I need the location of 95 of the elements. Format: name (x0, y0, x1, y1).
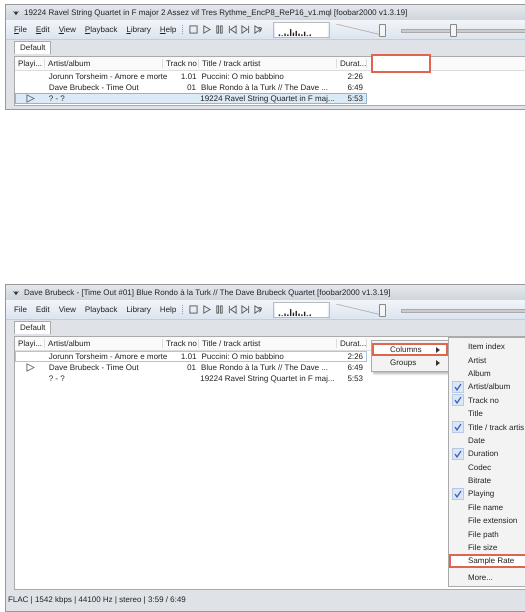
column-header[interactable]: Title / track artist (199, 339, 337, 348)
table-cell-text: 2:26 (346, 352, 364, 362)
table-cell: 01 (187, 362, 196, 372)
table-cell-text: 2:26 (346, 72, 364, 82)
table-cell-text: 5:53 (346, 374, 364, 384)
submenu-arrow-icon (436, 346, 440, 352)
menu-item[interactable]: File path (449, 527, 525, 541)
next-icon[interactable] (241, 25, 250, 34)
menu-item[interactable]: Track no (449, 394, 525, 407)
checkmark-icon (452, 380, 464, 393)
menu-item[interactable]: Title / track artis (449, 420, 525, 434)
volume-slider[interactable] (379, 24, 386, 36)
window-title: 19224 Ravel String Quartet in F major 2 Assez vif Tres Rythme_EncP8_ReP16_v1.mql [foobar2000 v1.3.19] (24, 8, 408, 17)
stop-icon[interactable] (189, 305, 198, 314)
table-cell-text: Blue Rondo à la Turk // The Dave ... (200, 362, 330, 372)
menu-item[interactable]: File name (449, 500, 525, 514)
table-cell-text: Dave Brubeck - Time Out (48, 82, 140, 92)
table-cell: 01 (187, 82, 196, 92)
window-title: Dave Brubeck - [Time Out #01] Blue Rondo à la Turk // The Dave Brubeck Quartet [foobar2000 v1.3.19] (24, 288, 390, 297)
menu-item[interactable]: Edit (36, 25, 50, 34)
column-header[interactable]: Title / track artist (199, 59, 337, 68)
playlist-tab[interactable]: Default (14, 321, 52, 334)
menu-item[interactable]: Duration (449, 447, 525, 461)
menu-item[interactable]: File (14, 25, 27, 34)
spectrum-visualizer (273, 22, 330, 38)
column-header[interactable]: Track no (163, 59, 199, 68)
table-cell-text: Dave Brubeck - Time Out (48, 362, 140, 372)
table-cell-text: 19224 Ravel String Quartet in F maj... (199, 94, 336, 104)
previous-icon[interactable] (228, 25, 238, 34)
menu-item[interactable]: Library (126, 305, 151, 314)
menu-item[interactable]: Help (160, 25, 176, 34)
table-cell: 1.01 (180, 72, 196, 82)
random-icon[interactable] (254, 305, 264, 314)
table-cell-text: Puccini: O mio babbino (200, 352, 285, 362)
stop-icon[interactable] (189, 25, 198, 34)
column-header[interactable]: Artist/album (45, 59, 163, 68)
random-icon[interactable] (254, 25, 264, 34)
menu-item[interactable]: Columns (372, 343, 448, 356)
menu-item[interactable]: Sample Rate (449, 554, 525, 568)
table-cell-text: 5:53 (346, 94, 364, 104)
app-icon (12, 8, 20, 16)
column-header[interactable]: Track no (163, 339, 199, 348)
play-icon[interactable] (202, 305, 212, 314)
menu-item[interactable]: Edit (36, 305, 50, 314)
menu-item[interactable]: Artist (449, 353, 525, 367)
menu-item[interactable]: Playing (449, 487, 525, 501)
checkmark-icon (452, 421, 464, 434)
checkmark-icon (452, 448, 464, 460)
menu-item[interactable]: Title (449, 406, 525, 420)
menu-item[interactable]: Codec (449, 460, 525, 474)
seek-slider[interactable] (450, 24, 457, 36)
menu-item[interactable]: Playback (84, 305, 118, 314)
table-cell-text: ? - ? (48, 94, 66, 104)
column-header[interactable]: Playi... (15, 339, 45, 348)
menu-item[interactable]: Album (449, 366, 525, 380)
table-cell-text: ? - ? (48, 374, 66, 384)
next-icon[interactable] (241, 305, 250, 314)
table-cell-text: 6:49 (346, 82, 364, 92)
submenu-arrow-icon (436, 360, 440, 366)
menu-item[interactable]: Item index (449, 340, 525, 354)
table-cell-text: Puccini: O mio babbino (200, 72, 285, 82)
checkmark-icon (452, 394, 464, 406)
menu-item[interactable]: File size (449, 540, 525, 554)
playlist-row[interactable]: Jorunn Torsheim - Amore e morte 1.01 Puccini: O mio babbino 2:26 (15, 351, 367, 362)
table-cell-text: Blue Rondo à la Turk // The Dave ... (200, 82, 330, 92)
volume-slider[interactable] (379, 304, 386, 316)
menu-item[interactable]: Help (160, 305, 176, 314)
menu-item[interactable]: Date (449, 434, 525, 448)
menu-item[interactable]: File extension (449, 514, 525, 528)
menu-item[interactable]: Library (126, 25, 151, 34)
menu-item[interactable]: Playback (84, 25, 118, 34)
menu-item[interactable]: Groups (372, 356, 448, 369)
table-cell-text: 19224 Ravel String Quartet in F maj... (199, 374, 336, 384)
pause-icon[interactable] (215, 305, 224, 314)
playlist-row[interactable]: ? - ? 19224 Ravel String Quartet in F maj... 5:53 (15, 93, 367, 104)
status-text: FLAC | 1542 kbps | 44100 Hz | stereo | 3:59 / 6:49 (7, 594, 187, 606)
table-cell: 1.01 (180, 352, 196, 362)
table-cell-text: 6:49 (346, 362, 364, 372)
column-header[interactable]: Durat... (337, 339, 367, 348)
play-icon[interactable] (202, 25, 212, 34)
app-icon (12, 288, 20, 296)
previous-icon[interactable] (228, 305, 238, 314)
menu-item[interactable]: More... (449, 570, 525, 584)
spectrum-visualizer (273, 302, 330, 318)
column-header[interactable]: Artist/album (45, 339, 163, 348)
checkmark-icon (452, 488, 464, 500)
menu-item[interactable]: File (14, 305, 27, 314)
menu-item[interactable]: Bitrate (449, 474, 525, 488)
pause-icon[interactable] (215, 25, 224, 34)
menu-item[interactable]: View (58, 25, 76, 34)
playlist-tab[interactable]: Default (14, 41, 52, 54)
column-header[interactable]: Durat... (337, 59, 367, 68)
menu-item[interactable]: Artist/album (449, 380, 525, 394)
column-header[interactable]: Playi... (15, 59, 45, 68)
menu-item[interactable]: View (58, 305, 76, 314)
